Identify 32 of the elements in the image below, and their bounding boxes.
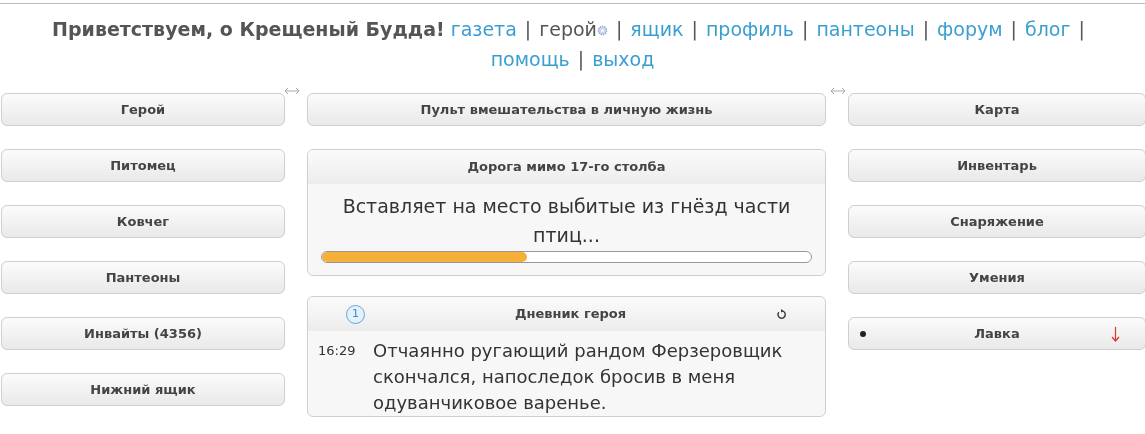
separator: | [922,18,930,40]
greeting: Приветствуем, о Крещеный Будда! [52,18,445,40]
resize-icon[interactable] [830,87,846,95]
block-button[interactable]: Ковчег [1,205,285,238]
quest-text: Вставляет на место выбитые из гнёзд части птиц... [341,194,792,248]
separator: | [524,18,532,40]
refresh-icon[interactable] [776,308,787,320]
separator: | [577,48,585,70]
entry-time: 16:29 [318,342,357,360]
entry-text: Отчаянно ругающий рандом Ферзеровщик скончался, напоследок бросив в меня одуванчиковое варенье. [373,339,784,415]
separator: | [801,18,809,40]
block-button[interactable]: Лавка [848,317,1145,350]
gear-icon[interactable] [596,25,608,36]
separator: | [615,18,623,40]
block-button[interactable]: Нижний ящик [1,373,285,406]
block-button[interactable]: Снаряжение [848,205,1145,238]
block-button[interactable]: Умения [848,261,1145,294]
count-badge: 1 [346,304,365,324]
block-button[interactable]: Инвайты (4356) [1,317,285,350]
block-button[interactable]: Инвентарь [848,149,1145,182]
block-button[interactable]: Питомец [1,149,285,182]
separator: | [691,18,698,40]
control-panel-button[interactable]: Пульт вмешательства в личную жизнь [307,93,826,126]
block-button[interactable]: Пантеоны [1,261,285,294]
separator: | [1010,18,1017,40]
block-button[interactable]: Герой [1,93,285,126]
resize-icon[interactable] [284,87,300,95]
nav-current: герой [539,18,597,40]
block-button[interactable]: Карта [848,93,1145,126]
diary-title: Дневник героя [513,305,628,324]
quest-title: Дорога мимо 17-го столба [308,150,825,184]
separator: | [1078,18,1085,40]
